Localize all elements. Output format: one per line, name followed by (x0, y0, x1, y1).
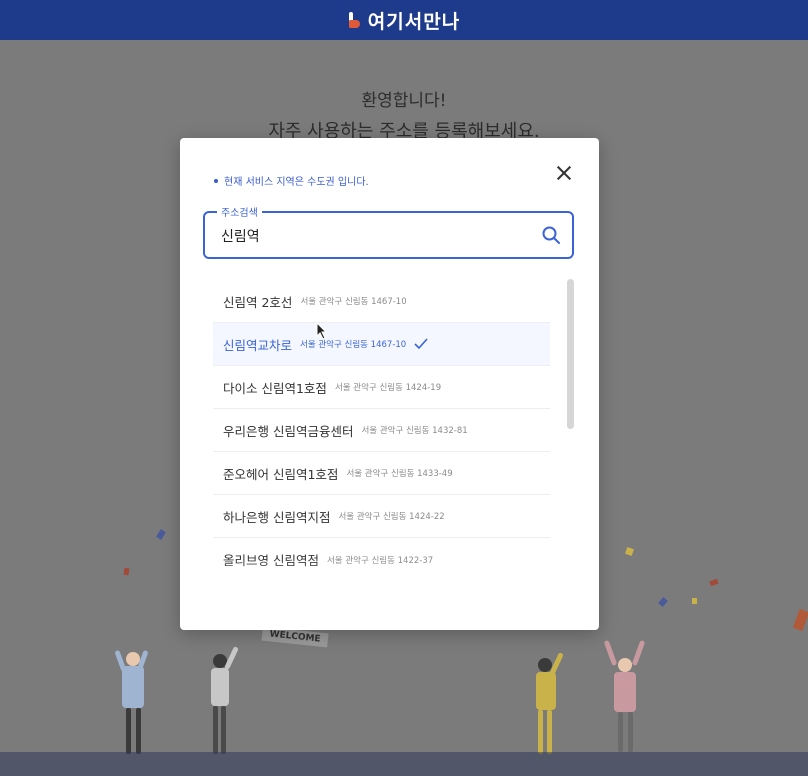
brand-name: 여기서만나 (367, 10, 461, 33)
close-button[interactable] (553, 162, 575, 184)
address-search-modal: 현재 서비스 지역은 수도권 입니다. 주소검색 신림역 2호선 서울 관악구 … (180, 138, 599, 630)
result-item[interactable]: 다이소 신림역1호점 서울 관악구 신림동 1424-19 (213, 366, 550, 409)
result-address: 서울 관악구 신림동 1433-49 (346, 469, 453, 479)
result-item[interactable]: 준오헤어 신림역1호점 서울 관악구 신림동 1433-49 (213, 452, 550, 495)
search-label: 주소검색 (217, 204, 262, 219)
search-icon[interactable] (540, 224, 562, 246)
search-results-list: 신림역 2호선 서울 관악구 신림동 1467-10 신림역교차로 서울 관악구… (213, 280, 550, 580)
result-address: 서울 관악구 신림동 1424-19 (334, 383, 442, 393)
list-fade (200, 558, 570, 618)
check-icon (414, 338, 428, 350)
result-item[interactable]: 우리은행 신림역금융센터 서울 관악구 신림동 1432-81 (213, 409, 550, 452)
mouse-cursor-icon (316, 322, 328, 340)
results-scrollbar[interactable] (567, 279, 574, 429)
person-illustration (530, 652, 566, 760)
person-illustration (205, 646, 241, 760)
result-item-selected[interactable]: 신림역교차로 서울 관악구 신림동 1467-10 (213, 323, 550, 366)
result-name: 신림역교차로 (223, 337, 293, 353)
result-name: 신림역 2호선 (223, 294, 293, 310)
result-name: 우리은행 신림역금융센터 (223, 423, 354, 439)
result-address: 서울 관악구 신림동 1432-81 (361, 426, 468, 436)
result-item[interactable]: 신림역 2호선 서울 관악구 신림동 1467-10 (213, 280, 550, 323)
ground (0, 752, 808, 776)
service-area-notice: 현재 서비스 지역은 수도권 입니다. (214, 173, 369, 188)
result-name: 다이소 신림역1호점 (223, 380, 327, 396)
notice-text: 현재 서비스 지역은 수도권 입니다. (224, 177, 369, 188)
result-item[interactable]: 하나은행 신림역지점 서울 관악구 신림동 1424-22 (213, 495, 550, 538)
logo-icon (348, 12, 362, 28)
result-address: 서울 관악구 신림동 1467-10 (300, 297, 407, 307)
result-name: 준오헤어 신림역1호점 (223, 466, 339, 482)
welcome-title: 환영합니다! (361, 91, 447, 111)
search-input[interactable] (219, 222, 533, 250)
result-address: 서울 관악구 신림동 1424-22 (338, 512, 445, 522)
top-bar: 여기서만나 (0, 0, 808, 40)
person-illustration (114, 649, 158, 760)
result-name: 하나은행 신림역지점 (223, 509, 331, 525)
person-illustration (603, 639, 646, 756)
bullet-icon (214, 178, 218, 183)
address-search-field: 주소검색 (203, 204, 574, 259)
confetti-piece (692, 598, 697, 604)
